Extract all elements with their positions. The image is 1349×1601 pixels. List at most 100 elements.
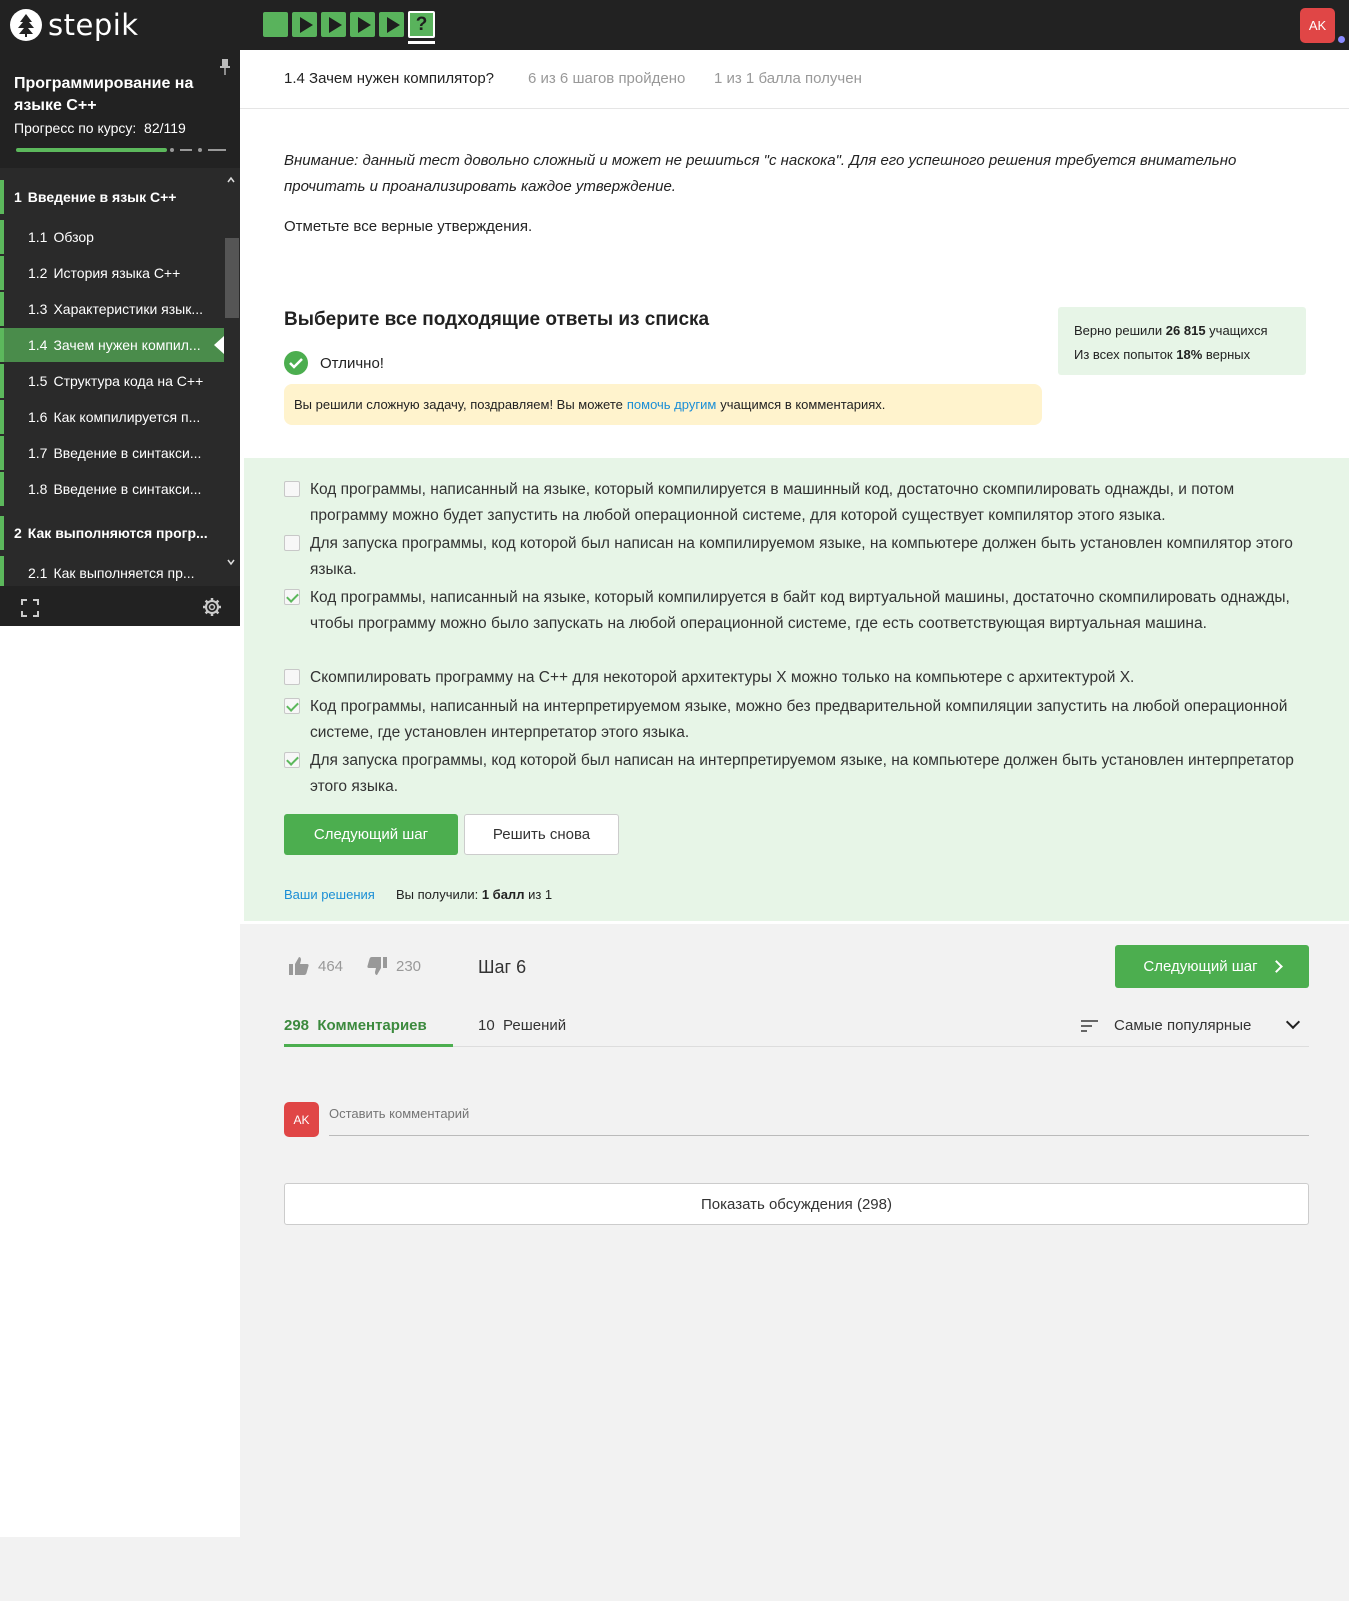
logo-icon <box>10 9 42 41</box>
scroll-down-icon[interactable] <box>226 557 236 567</box>
like-button[interactable]: 464 <box>288 956 343 976</box>
course-sidebar: Программирование на языке C++ Прогресс п… <box>0 50 240 626</box>
lesson-title: 1.4 Зачем нужен компилятор? <box>284 70 494 87</box>
step-4-button[interactable] <box>350 12 375 37</box>
header-divider <box>240 108 1349 109</box>
step-navigation: ? <box>263 11 435 38</box>
course-title[interactable]: Программирование на языке C++ <box>14 73 214 117</box>
checkbox-checked[interactable] <box>284 589 300 605</box>
answer-option-5[interactable]: Код программы, написанный на интерпретир… <box>284 694 1304 746</box>
task-warning: Внимание: данный тест довольно сложный и… <box>284 152 1237 195</box>
step-6-button[interactable]: ? <box>408 11 435 38</box>
checkbox-checked[interactable] <box>284 698 300 714</box>
question-icon: ? <box>415 13 428 35</box>
check-circle-icon <box>284 351 308 375</box>
sidebar-scroll-thumb[interactable] <box>225 238 239 318</box>
question-title: Выберите все подходящие ответы из списка <box>284 309 710 330</box>
comment-avatar: AK <box>284 1102 319 1137</box>
step-3-button[interactable] <box>321 12 346 37</box>
congrats-banner: Вы решили сложную задачу, поздравляем! В… <box>284 384 1042 425</box>
play-icon <box>270 16 284 33</box>
answer-option-4[interactable]: Скомпилировать программу на C++ для неко… <box>284 665 1304 691</box>
active-marker-icon <box>214 336 224 354</box>
answer-option-2[interactable]: Для запуска программы, код которой был н… <box>284 531 1304 583</box>
help-others-link[interactable]: помочь другим <box>627 397 716 412</box>
notification-dot <box>1338 36 1345 43</box>
retry-button[interactable]: Решить снова <box>464 814 619 855</box>
sidebar-section-1[interactable]: 1 Введение в язык C++ <box>0 180 224 214</box>
tab-comments[interactable]: 298 Комментариев <box>284 1017 427 1034</box>
progress-bar <box>16 148 167 152</box>
user-avatar[interactable]: AK <box>1300 8 1335 43</box>
current-step-indicator <box>408 41 435 44</box>
like-count: 464 <box>318 957 344 975</box>
congrats-text-end: учащимся в комментариях. <box>720 397 886 412</box>
discussion-area <box>240 924 1349 1537</box>
thumbs-down-icon <box>367 957 387 975</box>
lesson-list: 1 Введение в язык C++ 1.1 Обзор 1.2 История… <box>0 180 224 600</box>
progress-label: Прогресс по курсу: <box>14 120 137 136</box>
sidebar-item-1-8[interactable]: 1.8 Введение в синтакси... <box>0 472 224 506</box>
sidebar-footer <box>0 586 240 626</box>
result-text: Отлично! <box>320 354 384 372</box>
dislike-button[interactable]: 230 <box>366 956 421 976</box>
progress-bar-remaining <box>170 148 226 152</box>
answer-option-6[interactable]: Для запуска программы, код которой был н… <box>284 748 1304 800</box>
sidebar-item-1-6[interactable]: 1.6 Как компилируется п... <box>0 400 224 434</box>
step-1-button[interactable] <box>263 12 288 37</box>
sidebar-item-1-3[interactable]: 1.3 Характеристики язык... <box>0 292 224 326</box>
sidebar-below-area <box>0 626 240 1537</box>
next-step-button-bottom[interactable]: Следующий шаг <box>1115 945 1309 988</box>
logo-text: stepik <box>48 8 139 42</box>
step-2-button[interactable] <box>292 12 317 37</box>
solve-stats: Верно решили 26 815 учащихся Из всех поп… <box>1058 307 1306 375</box>
sidebar-item-1-4[interactable]: 1.4 Зачем нужен компил... <box>0 328 224 362</box>
play-icon <box>357 16 371 33</box>
stats-attempts: Из всех попыток 18% верных <box>1074 347 1251 362</box>
score-status: 1 из 1 балла получен <box>714 70 862 87</box>
stepik-logo[interactable]: stepik <box>10 8 139 42</box>
step-label: Шаг 6 <box>478 957 527 977</box>
score-summary: Вы получили: 1 балл из 1 <box>396 887 553 902</box>
sidebar-item-2-1[interactable]: 2.1 Как выполняется пр... <box>0 556 224 590</box>
steps-progress: 6 из 6 шагов пройдено <box>528 70 686 87</box>
task-instruction: Отметьте все верные утверждения. <box>284 218 533 235</box>
sidebar-item-1-5[interactable]: 1.5 Структура кода на C++ <box>0 364 224 398</box>
checkbox[interactable] <box>284 669 300 685</box>
sidebar-section-2[interactable]: 2 Как выполняются прогр... <box>0 516 224 550</box>
scroll-up-icon[interactable] <box>226 175 236 185</box>
your-solutions-link[interactable]: Ваши решения <box>284 887 375 902</box>
answer-option-1[interactable]: Код программы, написанный на языке, кото… <box>284 477 1304 529</box>
sidebar-item-1-7[interactable]: 1.7 Введение в синтакси... <box>0 436 224 470</box>
sidebar-item-1-2[interactable]: 1.2 История языка C++ <box>0 256 224 290</box>
tab-solutions[interactable]: 10 Решений <box>478 1017 566 1034</box>
show-discussions-button[interactable]: Показать обсуждения (298) <box>284 1183 1309 1225</box>
next-step-button[interactable]: Следующий шаг <box>284 814 458 855</box>
active-tab-indicator <box>284 1044 453 1047</box>
congrats-text: Вы решили сложную задачу, поздравляем! В… <box>294 397 623 412</box>
sort-icon[interactable] <box>1081 1019 1099 1033</box>
sort-select[interactable]: Самые популярные <box>1114 1017 1251 1034</box>
checkbox-checked[interactable] <box>284 752 300 768</box>
course-progress: Прогресс по курсу: 82/119 <box>14 120 186 136</box>
answer-option-3[interactable]: Код программы, написанный на языке, кото… <box>284 585 1304 637</box>
chevron-right-icon <box>1269 960 1283 973</box>
sidebar-item-1-1[interactable]: 1.1 Обзор <box>0 220 224 254</box>
play-icon <box>299 16 313 33</box>
progress-value: 82/119 <box>144 120 186 136</box>
step-5-button[interactable] <box>379 12 404 37</box>
top-bar: stepik ? AK <box>0 0 1349 50</box>
play-icon <box>386 16 400 33</box>
play-icon <box>328 16 342 33</box>
sidebar-header: Программирование на языке C++ Прогресс п… <box>0 50 240 168</box>
thumbs-up-icon <box>289 957 309 975</box>
result-status: Отлично! <box>284 351 384 375</box>
gear-icon[interactable] <box>202 597 222 617</box>
dislike-count: 230 <box>396 957 422 975</box>
stats-solved: Верно решили 26 815 учащихся <box>1074 323 1268 338</box>
fullscreen-icon[interactable] <box>20 598 40 618</box>
checkbox[interactable] <box>284 481 300 497</box>
pin-icon[interactable] <box>218 58 232 76</box>
comment-input[interactable] <box>329 1102 1309 1136</box>
checkbox[interactable] <box>284 535 300 551</box>
